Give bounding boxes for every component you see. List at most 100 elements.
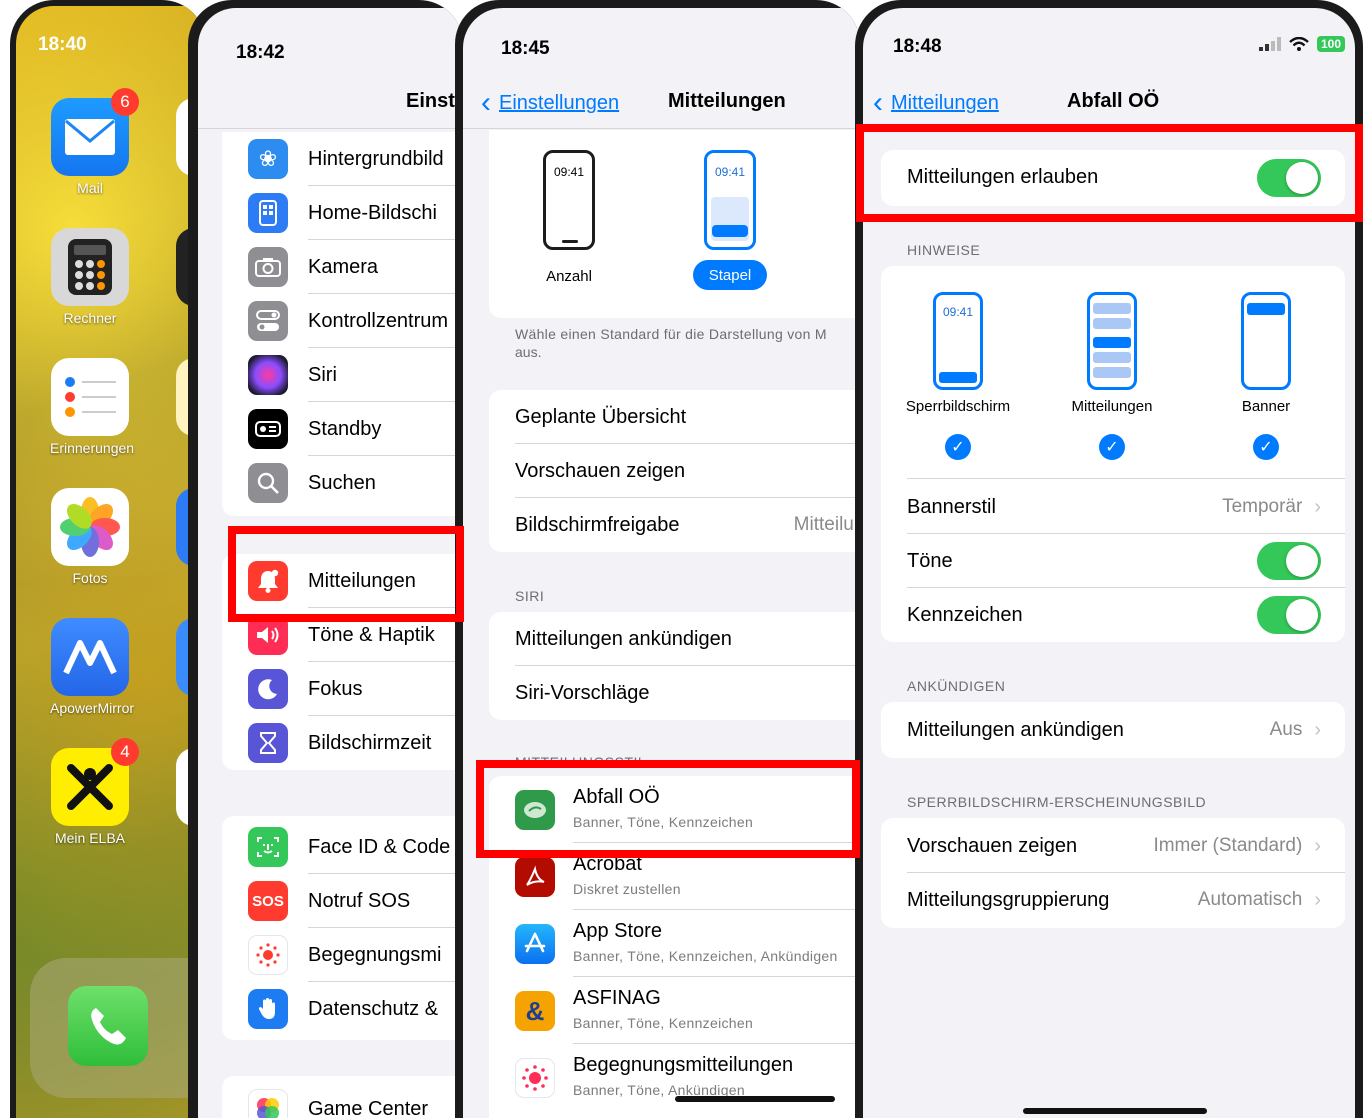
app-name: Begegnungsmitteilungen [573,1054,794,1076]
notification-center-label: Mitteilungen [1071,398,1153,415]
badges-toggle[interactable] [1257,596,1321,634]
app-photos[interactable]: Fotos [50,488,130,586]
camera-icon [248,247,288,287]
row-label: Bannerstil [907,495,996,518]
siri-group: Mitteilungen ankündigen Siri-Vorschläge [489,612,860,720]
dock [30,958,206,1098]
row-value: Mitteilung [793,514,860,535]
row-control-center[interactable]: Kontrollzentrum [222,294,463,348]
app-row-asfinag[interactable]: & ASFINAG Banner, Töne, Kennzeichen [489,977,860,1044]
row-label: Bildschirmzeit [308,731,432,754]
lock-screen-option[interactable]: 09:41 [933,292,983,390]
app-mein-elba[interactable]: 4 Mein ELBA [50,738,139,846]
phone-app-icon[interactable] [68,986,148,1066]
back-button[interactable]: ‹ Mitteilungen [873,88,999,118]
banner-option[interactable] [1241,292,1291,390]
row-siri[interactable]: Siri [222,348,463,402]
notifications-phone: 18:45 ‹ Einstellungen Mitteilungen 09:41… [455,0,860,1118]
row-label: Standby [308,417,382,440]
row-scheduled-summary[interactable]: Geplante Übersicht [489,390,860,444]
row-label: Vorschauen zeigen [907,834,1078,857]
row-label: Vorschauen zeigen [515,459,686,482]
siri-section-header: SIRI [515,588,545,604]
stack-style-label[interactable]: Stapel [693,260,767,290]
notification-center-option[interactable] [1087,292,1137,390]
settings-group-game: Game Center [222,1076,463,1118]
app-row-app-store[interactable]: App Store Banner, Töne, Kennzeichen, Ank… [489,910,860,977]
nav-divider [463,128,860,129]
back-button[interactable]: ‹ Einstellungen [481,88,619,118]
row-focus[interactable]: Fokus [222,662,463,716]
cellular-icon [1258,37,1281,51]
sounds-toggle[interactable] [1257,542,1321,580]
home-indicator [1023,1108,1207,1114]
lock-screen-check-icon[interactable]: ✓ [945,434,971,460]
apowermirror-icon [51,618,129,696]
siri-icon [248,355,288,395]
row-label: Siri [308,363,337,386]
wifi-icon [1289,37,1309,51]
row-screen-sharing[interactable]: Bildschirmfreigabe Mitteilung [489,498,860,552]
lock-screen-label: Sperrbildschirm [905,398,1011,415]
app-apowermirror[interactable]: ApowerMirror [50,618,134,716]
page-title: Einst [406,90,455,112]
row-value: Aus [1269,719,1303,740]
row-label: Bildschirmfreigabe [515,513,680,536]
asfinag-icon: & [515,991,555,1031]
row-search[interactable]: Suchen [222,456,463,510]
row-label: Töne [907,549,953,572]
row-show-previews[interactable]: Vorschauen zeigen Immer (Standard) › [881,819,1345,873]
announce-section-header: ANKÜNDIGEN [907,678,1006,694]
row-home-screen[interactable]: Home-Bildschi [222,186,463,240]
row-label: Töne & Haptik [308,623,435,646]
notifications-screen: 18:45 ‹ Einstellungen Mitteilungen 09:41… [463,8,860,1118]
status-time: 18:45 [501,38,550,59]
row-banner-style[interactable]: Bannerstil Temporär › [881,480,1345,534]
app-label: Mail [77,180,103,196]
row-badges[interactable]: Kennzeichen [881,588,1345,642]
row-screen-time[interactable]: Bildschirmzeit [222,716,463,770]
row-label: Mitteilungen ankündigen [515,627,732,650]
row-privacy[interactable]: Datenschutz & [222,982,463,1036]
row-show-previews[interactable]: Vorschauen zeigen [489,444,860,498]
row-face-id[interactable]: Face ID & Code [222,820,463,874]
app-reminders[interactable]: Erinnerungen [50,358,134,456]
chevron-right-icon: › [1314,888,1321,911]
row-exposure[interactable]: Begegnungsmi [222,928,463,982]
flower-icon: ❀ [248,139,288,179]
row-sos[interactable]: SOS Notruf SOS [222,874,463,928]
row-game-center[interactable]: Game Center [222,1082,463,1118]
row-label: Hintergrundbild [308,147,444,170]
highlight-allow-toggle [856,124,1363,222]
chevron-left-icon: ‹ [873,86,883,119]
row-wallpaper[interactable]: ❀ Hintergrundbild [222,132,463,186]
app-label: Rechner [63,310,117,326]
app-mail[interactable]: 6 Mail [50,88,139,196]
row-camera[interactable]: Kamera [222,240,463,294]
banner-check-icon[interactable]: ✓ [1253,434,1279,460]
row-announce[interactable]: Mitteilungen ankündigen Aus › [881,703,1345,757]
app-subtitle: Diskret zustellen [573,881,681,897]
row-label: Kennzeichen [907,603,1023,626]
settings-group-privacy: Face ID & Code SOS Notruf SOS Begegnungs… [222,816,463,1040]
app-calculator[interactable]: Rechner [50,228,130,326]
row-label: Suchen [308,471,376,494]
notification-center-check-icon[interactable]: ✓ [1099,434,1125,460]
chevron-right-icon: › [1314,834,1321,857]
row-announce[interactable]: Mitteilungen ankündigen [489,612,860,666]
highlight-abfall-row [476,760,860,858]
count-style-option[interactable]: 09:41 [543,150,595,250]
app-store-icon [515,924,555,964]
stack-style-option[interactable]: 09:41 [704,150,756,250]
row-standby[interactable]: Standby [222,402,463,456]
row-siri-suggestions[interactable]: Siri-Vorschläge [489,666,860,720]
mini-clock: 09:41 [942,305,974,319]
row-value: Automatisch [1197,889,1303,910]
display-style-card: 09:41 Anzahl 09:41 Stapel [489,130,860,318]
row-sounds[interactable]: Töne [881,534,1345,588]
status-indicators: 100 [1258,36,1345,52]
row-grouping[interactable]: Mitteilungsgruppierung Automatisch › [881,873,1345,927]
hourglass-icon [248,723,288,763]
moon-icon [248,669,288,709]
battery-indicator: 100 [1316,36,1345,52]
